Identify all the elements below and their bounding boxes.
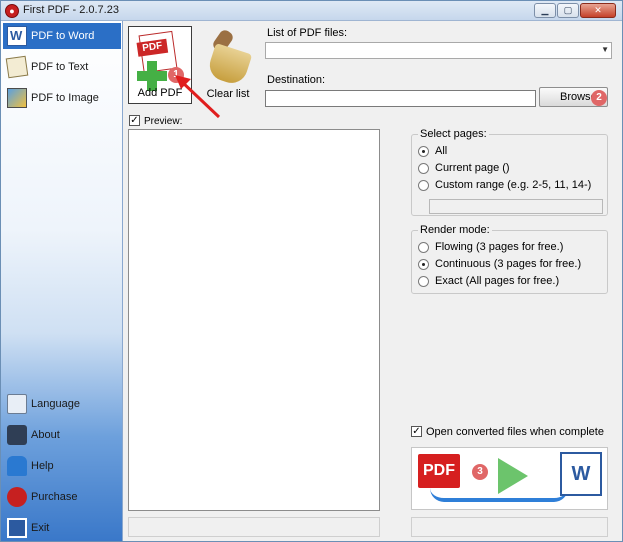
destination-input[interactable] <box>265 90 536 107</box>
minimize-button[interactable]: ▁ <box>534 3 556 18</box>
exit-icon <box>7 518 27 538</box>
sidebar-item-purchase[interactable]: Purchase <box>3 484 121 510</box>
browse-button[interactable]: Browse 2 <box>539 87 608 107</box>
select-pages-group: Select pages: All Current page () Custom… <box>411 128 608 216</box>
title-bar: ● First PDF - 2.0.7.23 ▁ ▢ ✕ <box>1 1 622 21</box>
text-icon <box>5 55 29 79</box>
pages-option-label: All <box>435 145 448 157</box>
sidebar-item-pdf-to-text[interactable]: PDF to Text <box>3 54 121 80</box>
pages-option-all[interactable]: All <box>418 145 447 157</box>
chevron-down-icon: ▼ <box>601 45 609 54</box>
radio-button[interactable] <box>418 275 429 287</box>
sidebar-item-label: Help <box>31 460 54 472</box>
pdf-files-dropdown[interactable]: ▼ <box>265 42 612 59</box>
pdf-file-icon: PDF <box>418 454 460 488</box>
step-badge-3: 3 <box>472 464 488 480</box>
sidebar-item-label: Language <box>31 398 80 410</box>
destination-label: Destination: <box>267 74 326 86</box>
sidebar-item-label: Exit <box>31 522 50 534</box>
render-option-flowing[interactable]: Flowing (3 pages for free.) <box>418 241 563 253</box>
word-icon <box>7 26 27 46</box>
radio-button[interactable] <box>418 241 429 253</box>
language-icon <box>7 394 27 414</box>
sidebar-item-exit[interactable]: Exit <box>3 515 121 541</box>
preview-status-box <box>128 517 380 537</box>
app-logo-icon: ● <box>5 4 19 18</box>
word-file-icon: W <box>560 452 602 496</box>
render-option-label: Exact (All pages for free.) <box>435 275 560 287</box>
image-icon <box>7 88 27 108</box>
window-controls: ▁ ▢ ✕ <box>533 3 616 18</box>
sidebar-item-language[interactable]: Language <box>3 391 121 417</box>
plus-icon-bar <box>137 71 167 81</box>
sidebar-item-label: PDF to Word <box>31 30 95 42</box>
help-icon <box>7 456 27 476</box>
pages-option-current[interactable]: Current page () <box>418 162 510 174</box>
pages-option-label: Current page () <box>435 162 510 174</box>
preview-label: Preview: <box>144 116 183 127</box>
pdf-list-label: List of PDF files: <box>267 27 348 39</box>
sidebar-item-label: PDF to Image <box>31 92 99 104</box>
sidebar-item-label: Purchase <box>31 491 78 503</box>
render-mode-group: Render mode: Flowing (3 pages for free.)… <box>411 224 608 294</box>
pdf-label: PDF <box>136 38 169 57</box>
open-converted-label: Open converted files when complete <box>426 426 604 438</box>
pages-option-label: Custom range (e.g. 2-5, 11, 14-) <box>435 179 592 191</box>
radio-button[interactable] <box>418 258 429 270</box>
sidebar-item-label: PDF to Text <box>31 61 89 73</box>
render-option-exact[interactable]: Exact (All pages for free.) <box>418 275 559 287</box>
radio-button[interactable] <box>418 145 429 157</box>
pages-option-custom[interactable]: Custom range (e.g. 2-5, 11, 14-) <box>418 179 591 191</box>
sidebar-item-label: About <box>31 429 60 441</box>
preview-panel <box>128 129 380 511</box>
sidebar: PDF to Word PDF to Text PDF to Image Lan… <box>1 21 123 541</box>
render-mode-title: Render mode: <box>418 224 492 236</box>
select-pages-title: Select pages: <box>418 128 489 140</box>
close-button[interactable]: ✕ <box>580 3 616 18</box>
radio-button[interactable] <box>418 162 429 174</box>
render-option-label: Flowing (3 pages for free.) <box>435 241 564 253</box>
preview-checkbox[interactable]: ✓ <box>129 115 140 126</box>
sidebar-item-pdf-to-word[interactable]: PDF to Word <box>3 23 121 49</box>
convert-button[interactable]: PDF 3 W <box>411 447 608 510</box>
radio-button[interactable] <box>418 179 429 191</box>
sidebar-item-help[interactable]: Help <box>3 453 121 479</box>
window-title: First PDF - 2.0.7.23 <box>23 4 119 16</box>
maximize-button[interactable]: ▢ <box>557 3 579 18</box>
conversion-arrow-icon <box>430 488 568 502</box>
open-converted-checkbox[interactable]: ✓ <box>411 426 422 437</box>
render-option-label: Continuous (3 pages for free.) <box>435 258 582 270</box>
sidebar-item-pdf-to-image[interactable]: PDF to Image <box>3 85 121 111</box>
convert-status-box <box>411 517 608 537</box>
purchase-icon <box>7 487 27 507</box>
sidebar-item-about[interactable]: About <box>3 422 121 448</box>
render-option-continuous[interactable]: Continuous (3 pages for free.) <box>418 258 581 270</box>
about-icon <box>7 425 27 445</box>
app-window: ● First PDF - 2.0.7.23 ▁ ▢ ✕ PDF to Word… <box>0 0 623 542</box>
custom-range-input[interactable] <box>429 199 603 214</box>
step-badge-2: 2 <box>591 90 607 106</box>
